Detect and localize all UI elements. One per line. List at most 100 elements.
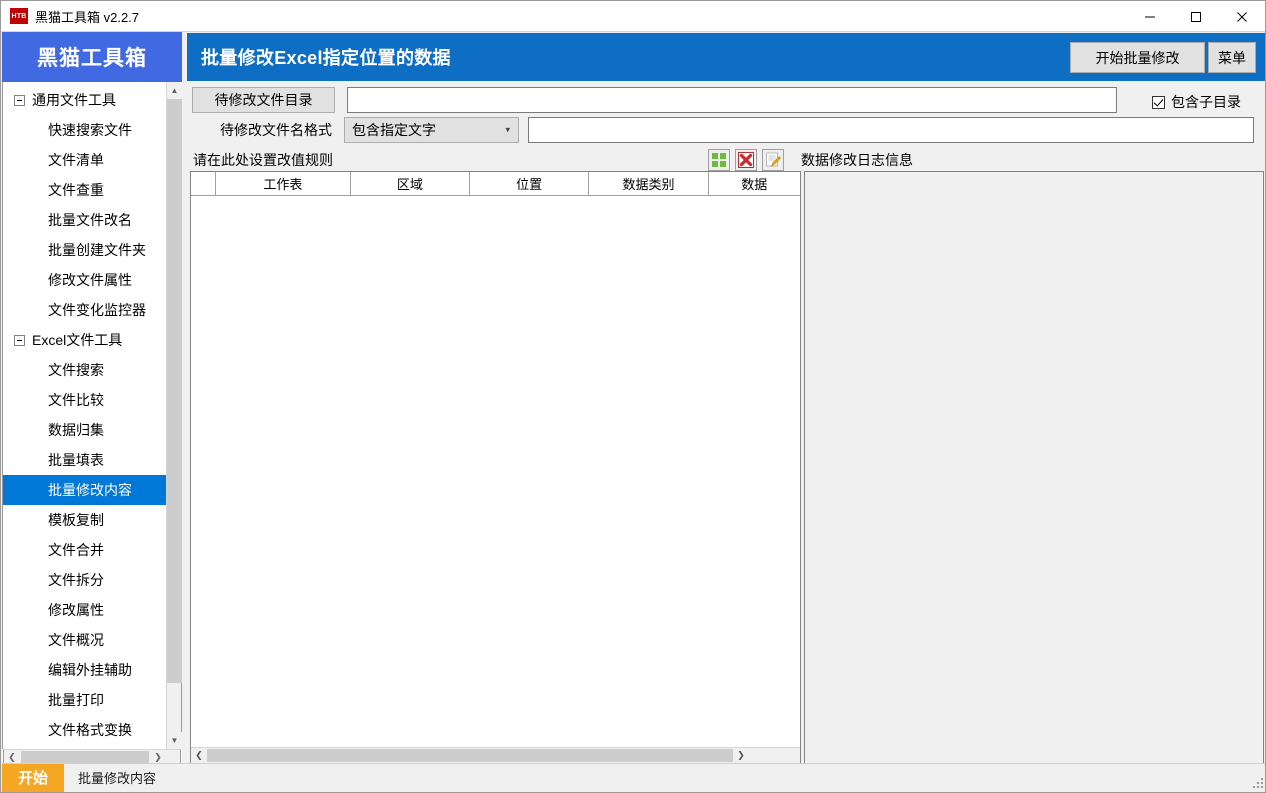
sidebar-item-batch-mkdir[interactable]: 批量创建文件夹	[3, 235, 167, 265]
sidebar-item-label: 批量填表	[48, 452, 104, 468]
sidebar-item-label: 编辑外挂辅助	[48, 662, 132, 678]
sidebar-item-label: 修改属性	[48, 602, 104, 618]
scroll-thumb[interactable]	[21, 751, 149, 763]
sidebar-item-file-list[interactable]: 文件清单	[3, 145, 167, 175]
grid-col-position[interactable]: 位置	[470, 172, 590, 195]
sidebar-item-format-convert[interactable]: 文件格式变换	[3, 715, 167, 745]
scroll-right-icon[interactable]: ❯	[150, 750, 166, 764]
sidebar-item-label: 批量修改内容	[48, 482, 132, 498]
sidebar-group-excel[interactable]: Excel文件工具	[3, 325, 167, 355]
sidebar-item-label: 文件合并	[48, 542, 104, 558]
sidebar-item-label: 文件概况	[48, 632, 104, 648]
sidebar-item-file-split[interactable]: 文件拆分	[3, 565, 167, 595]
start-batch-modify-button[interactable]: 开始批量修改	[1070, 42, 1205, 73]
grid-col-region[interactable]: 区域	[350, 172, 471, 195]
include-subdir-checkbox[interactable]: 包含子目录	[1152, 92, 1241, 112]
sidebar-tree-container: 通用文件工具 快速搜索文件 文件清单 文件查重 批量文件改名 批量创建文件夹 修…	[2, 82, 182, 749]
scroll-thumb[interactable]	[207, 749, 733, 762]
sidebar-item-label: 文件搜索	[48, 362, 104, 378]
application-window: HTB 黑猫工具箱 v2.2.7 黑猫工具箱 通用文件工具 快速搜索文件 文件清…	[0, 0, 1266, 793]
sidebar-item-batch-modify[interactable]: 批量修改内容	[3, 475, 167, 505]
sidebar-item-file-merge[interactable]: 文件合并	[3, 535, 167, 565]
sidebar-item-file-dupe[interactable]: 文件查重	[3, 175, 167, 205]
grid-col-select[interactable]	[191, 172, 217, 195]
add-grid-icon[interactable]	[708, 149, 730, 171]
scroll-right-icon[interactable]: ❯	[733, 748, 749, 763]
sidebar-item-batch-print[interactable]: 批量打印	[3, 685, 167, 715]
sidebar-vertical-scrollbar[interactable]: ▲ ▼	[166, 82, 182, 749]
collapse-icon[interactable]	[14, 334, 25, 346]
scroll-up-icon[interactable]: ▲	[167, 82, 182, 99]
grid-col-worksheet[interactable]: 工作表	[216, 172, 351, 195]
rules-grid: 工作表 区域 位置 数据类别 数据 ❮ ❯	[190, 171, 801, 764]
rule-icon-toolbar	[708, 149, 784, 171]
choose-directory-button[interactable]: 待修改文件目录	[192, 87, 335, 113]
grid-horizontal-scrollbar[interactable]: ❮ ❯	[191, 747, 800, 763]
checkbox-icon[interactable]	[1152, 95, 1165, 109]
resize-grip-icon[interactable]	[1251, 776, 1263, 788]
grid-body[interactable]	[191, 196, 800, 747]
sidebar-item-file-monitor[interactable]: 文件变化监控器	[3, 295, 167, 325]
close-button[interactable]	[1219, 1, 1265, 32]
header-actions: 开始批量修改 菜单	[1070, 42, 1256, 73]
status-bar: 开始 批量修改内容	[2, 763, 1265, 792]
sidebar-item-excel-search[interactable]: 文件搜索	[3, 355, 167, 385]
sidebar-item-batch-rename[interactable]: 批量文件改名	[3, 205, 167, 235]
grid-col-data[interactable]: 数据	[708, 172, 800, 195]
minimize-button[interactable]	[1127, 1, 1173, 32]
sidebar-item-file-attrs[interactable]: 修改文件属性	[3, 265, 167, 295]
grid-col-data-type[interactable]: 数据类别	[589, 172, 709, 195]
sidebar-item-edit-addon[interactable]: 编辑外挂辅助	[3, 655, 167, 685]
sidebar-item-label: 数据归集	[48, 422, 104, 438]
page-title: 批量修改Excel指定位置的数据	[201, 48, 451, 68]
collapse-icon[interactable]	[14, 94, 25, 106]
sidebar-item-batch-fill[interactable]: 批量填表	[3, 445, 167, 475]
chevron-down-icon[interactable]: ▾	[505, 125, 510, 136]
scroll-thumb[interactable]	[167, 99, 182, 683]
directory-input[interactable]	[347, 87, 1117, 113]
sidebar-item-label: 文件变化监控器	[48, 302, 146, 318]
scroll-left-icon[interactable]: ❮	[191, 748, 207, 763]
scroll-left-icon[interactable]: ❮	[4, 750, 20, 764]
sidebar-item-template-copy[interactable]: 模板复制	[3, 505, 167, 535]
sidebar-item-label: 批量文件改名	[48, 212, 132, 228]
page-header: 批量修改Excel指定位置的数据 开始批量修改 菜单	[187, 33, 1265, 81]
sidebar-group-label: Excel文件工具	[32, 332, 123, 348]
app-logo-icon: HTB	[10, 8, 28, 24]
maximize-button[interactable]	[1173, 1, 1219, 32]
sidebar-item-quick-search[interactable]: 快速搜索文件	[3, 115, 167, 145]
sidebar-item-data-collect[interactable]: 数据归集	[3, 415, 167, 445]
sidebar-group-label: 通用文件工具	[32, 92, 116, 108]
sidebar-brand: 黑猫工具箱	[2, 32, 182, 82]
directory-row: 待修改文件目录	[192, 87, 1117, 113]
sidebar-item-excel-compare[interactable]: 文件比较	[3, 385, 167, 415]
delete-x-icon[interactable]	[735, 149, 757, 171]
sidebar-item-file-overview[interactable]: 文件概况	[3, 625, 167, 655]
log-output-panel[interactable]	[804, 171, 1264, 764]
filename-format-select[interactable]: 包含指定文字 ▾	[344, 117, 519, 143]
sidebar-item-label: 批量打印	[48, 692, 104, 708]
scroll-down-icon[interactable]: ▼	[167, 732, 182, 749]
start-tab[interactable]: 开始	[2, 763, 64, 792]
sidebar-group-general[interactable]: 通用文件工具	[3, 85, 167, 115]
sidebar-item-modify-attrs[interactable]: 修改属性	[3, 595, 167, 625]
filename-format-label: 待修改文件名格式	[220, 122, 332, 138]
sidebar-item-label: 模板复制	[48, 512, 104, 528]
sidebar-item-label: 文件查重	[48, 182, 104, 198]
sidebar-item-label: 修改文件属性	[48, 272, 132, 288]
sidebar-item-label: 文件清单	[48, 152, 104, 168]
sidebar: 黑猫工具箱 通用文件工具 快速搜索文件 文件清单 文件查重 批量文件改名 批量创…	[2, 32, 182, 765]
sidebar-item-label: 批量创建文件夹	[48, 242, 146, 258]
sidebar-item-label: 快速搜索文件	[48, 122, 132, 138]
filename-format-selected-value: 包含指定文字	[352, 122, 436, 138]
rule-toolbar-strip: 请在此处设置改值规则 数据修改日志信息	[187, 149, 1265, 171]
sidebar-item-label: 文件拆分	[48, 572, 104, 588]
include-subdir-label: 包含子目录	[1171, 94, 1241, 110]
filename-format-input[interactable]	[528, 117, 1254, 143]
rule-hint-label: 请在此处设置改值规则	[193, 152, 333, 168]
sidebar-item-label: 文件比较	[48, 392, 104, 408]
window-title: 黑猫工具箱 v2.2.7	[35, 9, 140, 25]
edit-note-icon[interactable]	[762, 149, 784, 171]
menu-button[interactable]: 菜单	[1208, 42, 1256, 73]
filename-format-row: 待修改文件名格式 包含指定文字 ▾	[192, 117, 1254, 143]
